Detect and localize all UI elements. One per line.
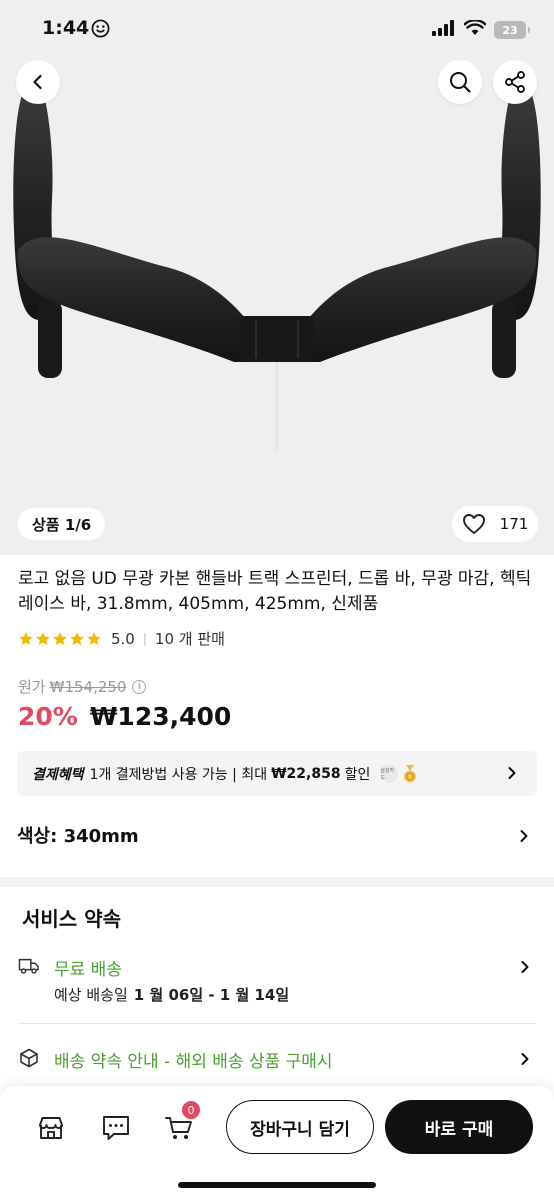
add-to-cart-button[interactable]: 장바구니 담기: [226, 1100, 374, 1154]
status-time: 1:44: [42, 17, 90, 39]
heart-icon: [462, 514, 485, 534]
sale-price: ₩123,400: [89, 702, 232, 731]
delivery-estimate-dates: 1 월 06일 - 1 월 14일: [133, 986, 290, 1004]
wifi-icon: [463, 19, 487, 40]
share-button[interactable]: [493, 60, 537, 104]
status-bar: 1:44 23: [0, 0, 554, 60]
search-button[interactable]: [438, 60, 482, 104]
chat-icon: [103, 1116, 129, 1140]
free-shipping-label: 무료 배송: [54, 960, 122, 980]
store-icon: [39, 1117, 63, 1139]
benefit-suffix: 할인: [344, 766, 371, 783]
status-emoji-icon: [91, 19, 110, 42]
product-title: 로고 없음 UD 무광 카본 핸들바 트랙 스프린터, 드롭 바, 무광 마감,…: [18, 569, 532, 614]
chevron-right-icon: [521, 961, 529, 973]
benefit-text: 1개 결제방법 사용 가능 | 최대: [89, 766, 268, 783]
box-icon: [20, 1048, 38, 1068]
original-price-row: 원가 ₩154,250 i: [18, 676, 147, 697]
benefit-label: 결제혜택: [32, 766, 84, 783]
like-button[interactable]: 171: [452, 506, 538, 542]
medal-icon: [402, 764, 418, 783]
bottom-action-bar: 0 장바구니 담기 바로 구매: [0, 1086, 554, 1200]
price-row: 20% ₩123,400: [18, 702, 231, 731]
back-button[interactable]: [16, 60, 60, 104]
original-price-label: 원가: [18, 678, 46, 696]
section-divider: [0, 877, 554, 887]
status-icons: 23: [432, 19, 530, 40]
benefit-amount: ₩22,858: [271, 765, 341, 782]
rating-row[interactable]: 5.0 | 10 개 판매: [18, 628, 225, 649]
delivery-estimate: 예상 배송일 1 월 06일 - 1 월 14일: [54, 984, 289, 1005]
image-counter: 상품 1/6: [18, 508, 106, 540]
signal-icon: [432, 20, 456, 40]
truck-icon: [18, 958, 39, 974]
like-count: 171: [499, 515, 529, 533]
payment-benefit-banner[interactable]: 결제혜택 1개 결제방법 사용 가능 | 최대 ₩22,858 할인 삼성카드: [17, 751, 537, 796]
star-icon: [53, 631, 67, 645]
star-icon: [19, 631, 33, 645]
chat-button[interactable]: [100, 1112, 132, 1144]
row-divider: [18, 1023, 536, 1024]
rating-separator: |: [142, 631, 147, 646]
option-label: 색상: 340mm: [17, 826, 139, 847]
sales-count: 10 개 판매: [154, 630, 225, 648]
cart-count-badge: 0: [182, 1101, 200, 1119]
home-indicator[interactable]: [178, 1182, 376, 1188]
card-badge-icon: 삼성카드: [380, 764, 399, 783]
buy-now-button[interactable]: 바로 구매: [385, 1100, 533, 1154]
chevron-right-icon: [508, 767, 516, 779]
chevron-right-icon: [520, 830, 528, 842]
share-icon: [505, 71, 525, 93]
star-icon: [70, 631, 84, 645]
delivery-estimate-label: 예상 배송일: [54, 986, 128, 1004]
benefit-icons: 삼성카드: [380, 764, 418, 783]
chevron-right-icon: [521, 1053, 529, 1065]
rating-value: 5.0: [111, 629, 135, 648]
product-image-gallery[interactable]: 상품 1/6 171: [0, 0, 554, 555]
original-price: ₩154,250: [49, 677, 127, 696]
discount-rate: 20%: [18, 702, 78, 731]
battery-icon: 23: [494, 21, 530, 39]
store-button[interactable]: [35, 1112, 67, 1144]
chevron-left-icon: [33, 74, 42, 90]
star-icon: [87, 631, 101, 645]
star-rating: [18, 631, 102, 647]
option-selector[interactable]: 색상: 340mm: [0, 812, 554, 862]
info-icon[interactable]: i: [132, 679, 147, 694]
service-section-title: 서비스 약속: [22, 907, 121, 931]
star-icon: [36, 631, 50, 645]
search-icon: [450, 72, 471, 93]
delivery-promise-label: 배송 약속 안내 - 해외 배송 상품 구매시: [54, 1052, 333, 1072]
